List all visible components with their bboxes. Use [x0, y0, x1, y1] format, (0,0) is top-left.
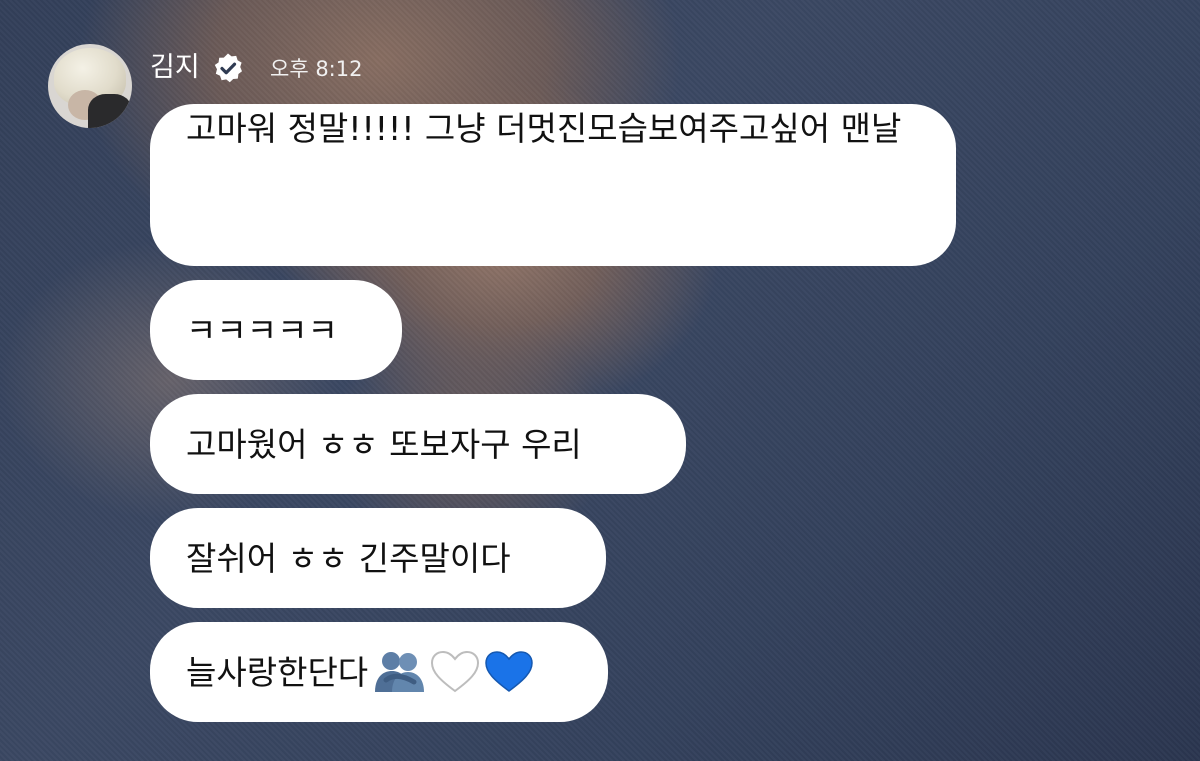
- verified-check-badge-icon: [214, 53, 242, 83]
- message-bubble[interactable]: 고마워 정말!!!!! 그냥 더멋진모습보여주고싶어 맨날: [150, 104, 956, 266]
- white-heart-icon: [431, 650, 480, 693]
- message-text: 잘쉬어 ㅎㅎ 긴주말이다: [186, 538, 511, 578]
- author-name[interactable]: 김지: [150, 48, 200, 88]
- people-hugging-icon: [375, 652, 425, 692]
- timestamp: 오후 8:12: [270, 57, 363, 81]
- message-text: 고마워 정말!!!!! 그냥 더멋진모습보여주고싶어 맨날: [186, 109, 902, 148]
- message-bubble[interactable]: 고마웠어 ㅎㅎ 또보자구 우리: [150, 394, 686, 494]
- message-bubble[interactable]: 늘사랑한단다: [150, 622, 608, 722]
- message-bubble[interactable]: ㅋㅋㅋㅋㅋ: [150, 280, 402, 380]
- avatar[interactable]: [48, 44, 132, 128]
- avatar-shoulder: [88, 94, 132, 128]
- message-text: ㅋㅋㅋㅋㅋ: [186, 310, 338, 350]
- message-text: 늘사랑한단다: [186, 652, 369, 692]
- blue-heart-icon: [485, 651, 533, 692]
- message-bubble[interactable]: 잘쉬어 ㅎㅎ 긴주말이다: [150, 508, 606, 608]
- message-text: 고마웠어 ㅎㅎ 또보자구 우리: [186, 424, 582, 464]
